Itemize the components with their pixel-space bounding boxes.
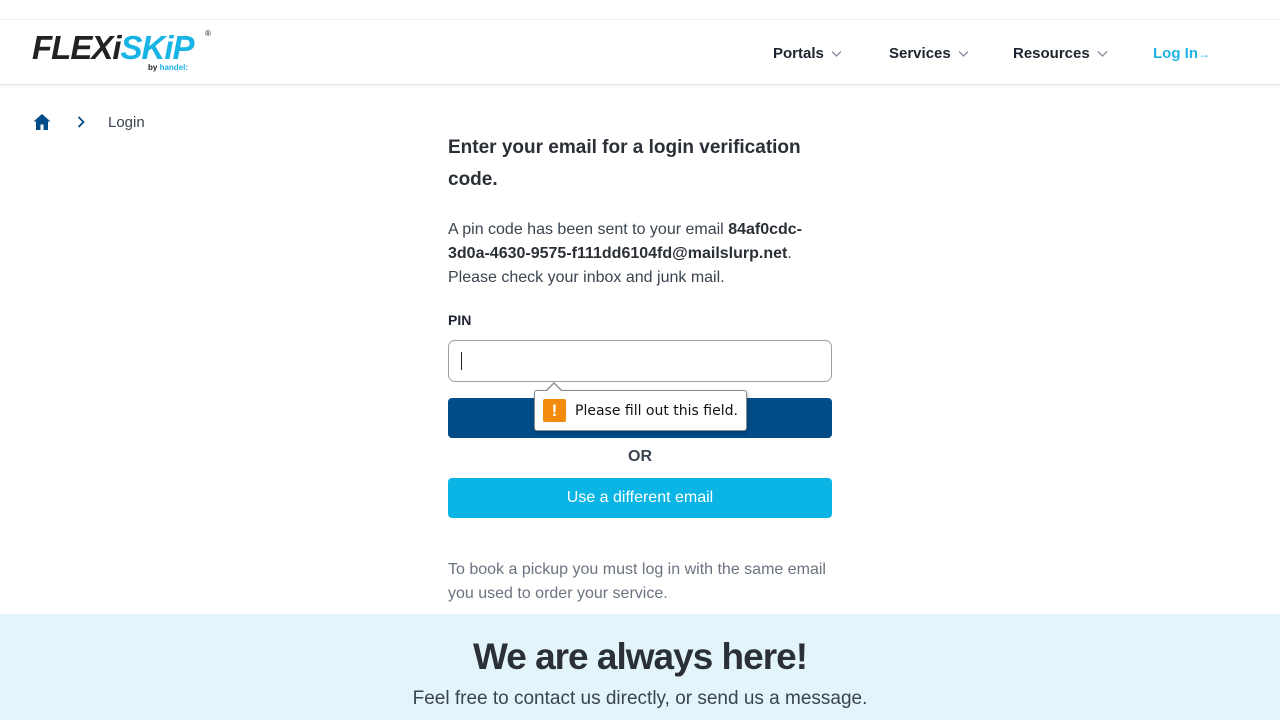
- text-caret: [461, 352, 462, 370]
- flexiskip-logo[interactable]: FLEXiSKiP ® by handel:: [32, 29, 214, 75]
- contact-banner: We are always here! Feel free to contact…: [0, 614, 1280, 720]
- chevron-down-icon: [958, 51, 969, 57]
- arrow-right-icon: →: [1198, 46, 1210, 61]
- breadcrumb-current: Login: [108, 113, 145, 131]
- or-divider: OR: [628, 448, 652, 465]
- nav-item-label: Resources: [1013, 45, 1090, 62]
- login-label: Log In: [1153, 45, 1198, 62]
- nav-item-resources[interactable]: Resources: [1013, 45, 1109, 62]
- nav-item-label: Services: [889, 45, 951, 62]
- site-header: FLEXiSKiP ® by handel: Portals Services …: [0, 20, 1280, 85]
- pin-sent-message: A pin code has been sent to your email 8…: [448, 218, 832, 290]
- validation-message: Please fill out this field.: [575, 402, 738, 419]
- logo-main-text: FLEXi: [32, 29, 122, 66]
- logo-company-text: handel:: [159, 63, 189, 72]
- contact-banner-title: We are always here!: [472, 636, 808, 677]
- logo-byline: by handel:: [148, 63, 188, 72]
- desc-prefix: A pin code has been sent to your email: [448, 221, 729, 238]
- logo-by-text: by: [148, 63, 158, 72]
- top-strip: [0, 0, 1280, 20]
- validation-tooltip: ! Please fill out this field.: [534, 382, 747, 431]
- contact-banner-subtitle: Feel free to contact us directly, or sen…: [412, 688, 868, 709]
- nav-item-label: Portals: [773, 45, 824, 62]
- logo-accent-text: SKiP: [120, 29, 195, 66]
- nav-login-link[interactable]: Log In →: [1153, 45, 1210, 62]
- home-icon[interactable]: [32, 112, 52, 132]
- pin-label: PIN: [448, 312, 472, 328]
- breadcrumb: Login: [32, 112, 145, 132]
- warning-icon: !: [543, 399, 566, 422]
- logo-wordmark: FLEXiSKiP: [32, 29, 195, 66]
- nav-item-portals[interactable]: Portals: [773, 45, 843, 62]
- chevron-right-icon: [77, 116, 85, 128]
- chevron-down-icon: [831, 51, 842, 57]
- logo-registered-mark: ®: [205, 29, 211, 38]
- use-different-email-button[interactable]: Use a different email: [448, 478, 832, 518]
- pin-input[interactable]: [448, 340, 832, 382]
- page-title: Enter your email for a login verificatio…: [448, 137, 801, 190]
- login-form: Enter your email for a login verificatio…: [448, 132, 832, 602]
- pickup-note: To book a pickup you must log in with th…: [448, 561, 826, 602]
- nav-item-services[interactable]: Services: [889, 45, 970, 62]
- chevron-down-icon: [1097, 51, 1108, 57]
